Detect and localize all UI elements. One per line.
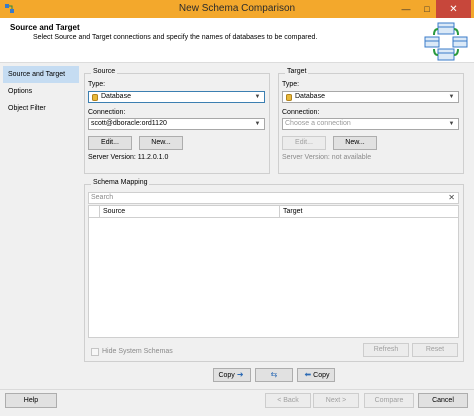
wizard-header: Source and Target Select Source and Targ…	[0, 18, 474, 63]
hide-system-schemas-label: Hide System Schemas	[102, 348, 173, 355]
nav-item-options[interactable]: Options	[3, 83, 79, 100]
minimize-icon: —	[401, 4, 411, 14]
swap-button[interactable]: ⇆	[255, 368, 293, 382]
target-connection-label: Connection:	[282, 109, 320, 116]
refresh-button[interactable]: Refresh	[363, 343, 409, 357]
hide-system-schemas-checkbox[interactable]	[91, 348, 99, 356]
target-connection-placeholder: Choose a connection	[285, 120, 351, 127]
source-edit-button[interactable]: Edit...	[88, 136, 132, 150]
source-server-version: Server Version: 11.2.0.1.0	[88, 154, 169, 161]
database-icon	[92, 94, 98, 101]
source-group-label: Source	[91, 68, 118, 75]
schema-search-input[interactable]: Search ✕	[88, 192, 459, 204]
swap-arrows-icon: ⇆	[270, 370, 278, 379]
target-group-label: Target	[285, 68, 309, 75]
compare-button[interactable]: Compare	[364, 393, 414, 408]
source-type-select[interactable]: Database ▼	[88, 91, 265, 103]
chevron-down-icon: ▼	[254, 121, 261, 127]
reset-button[interactable]: Reset	[412, 343, 458, 357]
arrow-right-icon: ➜	[236, 370, 244, 379]
copy-to-source-button[interactable]: ⬅ Copy	[297, 368, 335, 382]
schema-compare-icon	[424, 22, 468, 61]
chevron-down-icon: ▼	[448, 121, 455, 127]
target-server-version: Server Version: not available	[282, 154, 372, 161]
copy-to-target-label: Copy	[218, 372, 235, 379]
clear-search-icon[interactable]: ✕	[448, 193, 455, 202]
search-placeholder: Search	[91, 194, 114, 201]
grid-column-target[interactable]: Target	[279, 206, 460, 217]
source-type-value: Database	[101, 93, 131, 100]
chevron-down-icon: ▼	[448, 94, 455, 100]
source-new-button[interactable]: New...	[139, 136, 183, 150]
chevron-down-icon: ▼	[254, 94, 261, 100]
copy-to-target-button[interactable]: Copy ➜	[213, 368, 251, 382]
title-bar: New Schema Comparison — □ ✕	[0, 0, 474, 18]
target-type-value: Database	[295, 93, 325, 100]
maximize-button[interactable]: □	[417, 0, 437, 18]
schema-mapping-label: Schema Mapping	[91, 179, 150, 186]
copy-to-source-label: Copy	[313, 372, 330, 379]
target-type-select[interactable]: Database ▼	[282, 91, 459, 103]
schema-mapping-grid[interactable]: Source Target	[88, 205, 459, 338]
source-type-label: Type:	[88, 81, 106, 88]
target-connection-select[interactable]: Choose a connection ▼	[282, 118, 459, 130]
source-connection-value: scott@dboracle:ord1120	[91, 120, 167, 127]
maximize-icon: □	[424, 4, 430, 14]
nav-item-source-and-target[interactable]: Source and Target	[3, 66, 79, 83]
grid-column-source[interactable]: Source	[99, 206, 279, 217]
back-button[interactable]: < Back	[265, 393, 311, 408]
nav-item-object-filter[interactable]: Object Filter	[3, 100, 79, 117]
close-icon: ✕	[449, 3, 458, 15]
target-new-button[interactable]: New...	[333, 136, 377, 150]
cancel-button[interactable]: Cancel	[418, 393, 468, 408]
source-connection-label: Connection:	[88, 109, 126, 116]
close-button[interactable]: ✕	[436, 0, 471, 18]
next-button[interactable]: Next >	[313, 393, 359, 408]
page-title: Source and Target	[10, 23, 80, 32]
wizard-nav: Source and Target Options Object Filter	[3, 66, 79, 386]
grid-header: Source Target	[89, 206, 458, 218]
database-icon	[286, 94, 292, 101]
help-button[interactable]: Help	[5, 393, 57, 408]
page-subtitle: Select Source and Target connections and…	[33, 34, 318, 41]
source-connection-select[interactable]: scott@dboracle:ord1120 ▼	[88, 118, 265, 130]
arrow-left-icon: ⬅	[304, 370, 312, 379]
minimize-button[interactable]: —	[396, 0, 416, 18]
target-type-label: Type:	[282, 81, 300, 88]
target-edit-button[interactable]: Edit...	[282, 136, 326, 150]
